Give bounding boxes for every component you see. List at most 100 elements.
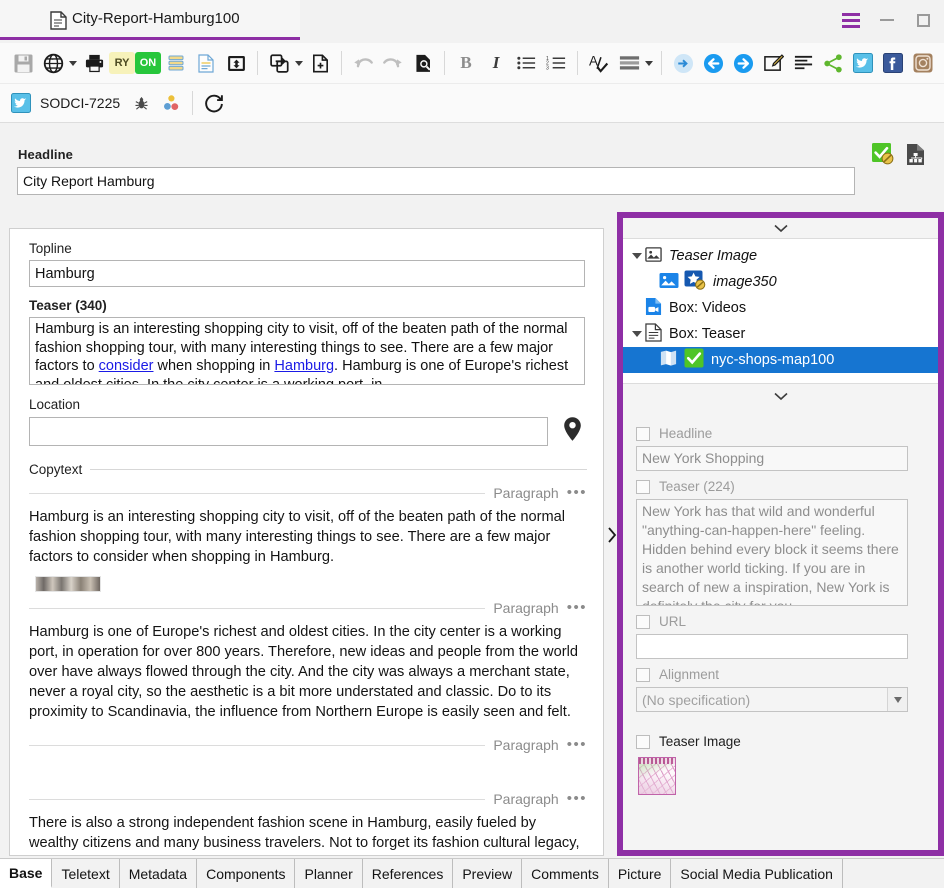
tab-preview[interactable]: Preview bbox=[453, 859, 523, 888]
italic-button[interactable]: I bbox=[481, 48, 511, 78]
bug-icon[interactable] bbox=[126, 88, 156, 118]
maximize-icon[interactable] bbox=[912, 9, 934, 31]
forward-link-button[interactable] bbox=[668, 48, 698, 78]
minimize-icon[interactable] bbox=[876, 9, 898, 31]
user-group-icon[interactable] bbox=[156, 88, 186, 118]
workflow-ry-button[interactable]: RY bbox=[109, 52, 135, 74]
share-button[interactable] bbox=[818, 48, 848, 78]
ry-badge-label: RY bbox=[114, 57, 130, 69]
twitter-icon[interactable] bbox=[6, 88, 36, 118]
facebook-share-button[interactable] bbox=[878, 48, 908, 78]
tree-item-teaser-image[interactable]: Teaser Image bbox=[623, 243, 938, 269]
tree-item-box-videos[interactable]: Box: Videos bbox=[623, 295, 938, 321]
numbered-list-button[interactable]: 123 bbox=[541, 48, 571, 78]
application-window: City-Report-Hamburg100 RY ON B I 1 2 3 A… bbox=[0, 0, 944, 888]
location-input[interactable] bbox=[29, 417, 548, 446]
teaser-link-hamburg[interactable]: Hamburg bbox=[274, 358, 334, 374]
para4-text-part3: , Jil bbox=[280, 855, 306, 856]
save-button[interactable] bbox=[8, 48, 38, 78]
paragraph-body[interactable]: Hamburg is one of Europe's richest and o… bbox=[29, 622, 589, 722]
headline-label: Headline bbox=[18, 147, 73, 162]
url-checkbox[interactable] bbox=[636, 614, 650, 629]
tab-teletext[interactable]: Teletext bbox=[52, 859, 120, 888]
hamburger-menu-icon[interactable] bbox=[840, 9, 862, 31]
paragraph-more-menu[interactable]: ••• bbox=[567, 737, 587, 752]
workflow-on-button[interactable]: ON bbox=[135, 52, 161, 74]
copy-document-dropdown-icon[interactable] bbox=[295, 60, 303, 66]
publish-web-button[interactable] bbox=[38, 48, 68, 78]
panel-collapse-handle[interactable] bbox=[605, 520, 619, 550]
para4-link-lagerfeld[interactable]: Lagerfeld bbox=[219, 855, 280, 856]
paragraph-style-dropdown-icon[interactable] bbox=[645, 60, 653, 66]
tree-item-nyc-shops-map100[interactable]: nyc-shops-map100 bbox=[623, 347, 938, 373]
window-controls bbox=[840, 0, 934, 40]
document-icon bbox=[50, 11, 67, 35]
alignment-checkbox[interactable] bbox=[636, 667, 650, 682]
map-pin-icon[interactable] bbox=[562, 416, 583, 447]
para4-link-sander[interactable]: Sander bbox=[306, 855, 352, 856]
paragraph-more-menu[interactable]: ••• bbox=[567, 791, 587, 806]
spellcheck-button[interactable]: A bbox=[584, 48, 614, 78]
tab-base[interactable]: Base bbox=[0, 859, 53, 888]
back-button[interactable] bbox=[698, 48, 728, 78]
paragraph-more-menu[interactable]: ••• bbox=[567, 600, 587, 615]
tab-picture[interactable]: Picture bbox=[608, 859, 672, 888]
tree-item-label: Box: Videos bbox=[669, 300, 747, 316]
bullet-list-button[interactable] bbox=[511, 48, 541, 78]
tab-references[interactable]: References bbox=[362, 859, 454, 888]
teaser-image-thumbnail[interactable] bbox=[638, 757, 676, 795]
twitter-share-button[interactable] bbox=[848, 48, 878, 78]
copy-document-button[interactable] bbox=[264, 48, 294, 78]
tree-expand-twisty-icon[interactable] bbox=[629, 253, 645, 259]
paragraph-body[interactable] bbox=[29, 759, 589, 783]
forward-button[interactable] bbox=[728, 48, 758, 78]
bold-button[interactable]: B bbox=[451, 48, 481, 78]
print-button[interactable] bbox=[79, 48, 109, 78]
align-left-button[interactable] bbox=[788, 48, 818, 78]
insert-placeholder-button[interactable] bbox=[221, 48, 251, 78]
publish-web-dropdown-icon[interactable] bbox=[69, 60, 77, 66]
document-tab[interactable]: City-Report-Hamburg100 bbox=[0, 0, 300, 40]
paragraph-body[interactable]: There is also a strong independent fashi… bbox=[29, 813, 589, 856]
headline-input[interactable] bbox=[17, 167, 855, 195]
paragraph-more-menu[interactable]: ••• bbox=[567, 485, 587, 500]
teaser-textarea[interactable]: Hamburg is an interesting shopping city … bbox=[29, 317, 585, 385]
tab-comments[interactable]: Comments bbox=[522, 859, 609, 888]
tree-item-box-teaser[interactable]: Box: Teaser bbox=[623, 321, 938, 347]
edit-note-button[interactable] bbox=[758, 48, 788, 78]
undo-button[interactable] bbox=[348, 48, 378, 78]
tab-planner[interactable]: Planner bbox=[295, 859, 363, 888]
new-document-button[interactable] bbox=[305, 48, 335, 78]
paragraph-style-button[interactable] bbox=[614, 48, 644, 78]
para4-link-joop[interactable]: Joop bbox=[425, 855, 457, 856]
redo-button[interactable] bbox=[378, 48, 408, 78]
teaser-checkbox[interactable] bbox=[636, 479, 650, 494]
tree-expand-twisty-icon[interactable] bbox=[629, 331, 645, 337]
list-view-button[interactable] bbox=[161, 48, 191, 78]
topline-label: Topline bbox=[29, 241, 72, 256]
tab-social-media-publication[interactable]: Social Media Publication bbox=[671, 859, 843, 888]
instagram-share-button[interactable] bbox=[908, 48, 938, 78]
chevron-down-icon[interactable] bbox=[887, 688, 907, 711]
tab-components[interactable]: Components bbox=[197, 859, 296, 888]
preview-search-button[interactable] bbox=[408, 48, 438, 78]
refresh-icon[interactable] bbox=[199, 88, 229, 118]
url-value-input[interactable] bbox=[636, 634, 908, 659]
inline-image-thumbnail[interactable] bbox=[35, 576, 101, 592]
tree-scroll-down-button[interactable] bbox=[623, 384, 938, 408]
tree-scroll-up-button[interactable] bbox=[623, 218, 938, 238]
form-view-button[interactable] bbox=[191, 48, 221, 78]
teaser-link-consider[interactable]: consider bbox=[99, 358, 154, 374]
tab-metadata[interactable]: Metadata bbox=[119, 859, 198, 888]
tree-item-image350[interactable]: image350 bbox=[623, 269, 938, 295]
headline-checkbox[interactable] bbox=[636, 426, 650, 441]
teaser-image-checkbox[interactable] bbox=[636, 734, 650, 749]
topline-input[interactable] bbox=[29, 260, 585, 287]
document-structure-icon[interactable] bbox=[905, 143, 926, 171]
para4-link-hamburg[interactable]: Hamburg bbox=[29, 855, 89, 856]
teaser-value-textarea[interactable]: New York has that wild and wonderful "an… bbox=[636, 499, 908, 606]
alignment-select[interactable]: (No specification) bbox=[636, 687, 908, 712]
headline-value-input[interactable]: New York Shopping bbox=[636, 446, 908, 471]
paragraph-body[interactable]: Hamburg is an interesting shopping city … bbox=[29, 507, 589, 567]
green-check-badge-icon[interactable] bbox=[871, 142, 895, 171]
